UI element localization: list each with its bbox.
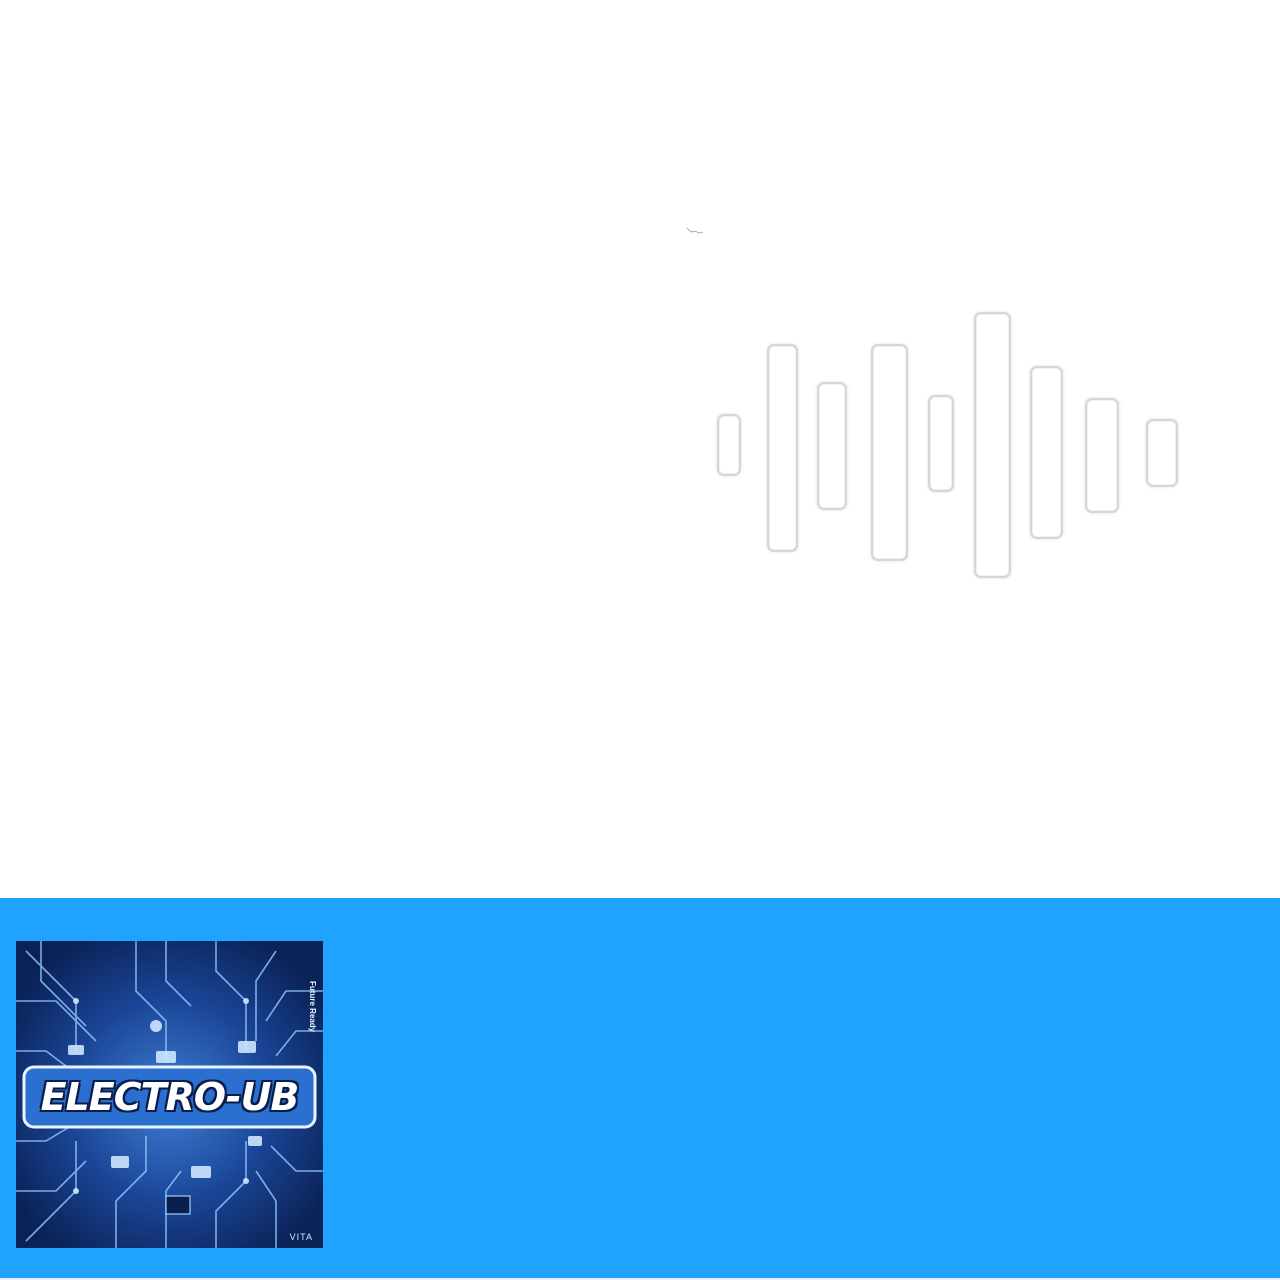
visualizer-bar [1030, 366, 1063, 539]
visualizer-bar [1085, 398, 1119, 513]
audio-visualizer [700, 300, 1200, 590]
visualizer-bar [767, 344, 798, 552]
player-stage [0, 0, 1280, 898]
album-cover[interactable]: ELECTRO-UB Future Ready VITA [16, 941, 323, 1248]
vita-badge: VITA [289, 1232, 313, 1242]
visualizer-bar [717, 414, 741, 476]
visualizer-bar [1146, 419, 1178, 487]
cover-title: ELECTRO-UB [40, 1075, 300, 1119]
visualizer-bar [928, 395, 954, 492]
watermark-mark [686, 227, 704, 234]
visualizer-bar [817, 382, 847, 510]
visualizer-bar [974, 312, 1011, 578]
cover-side-text: Future Ready [308, 981, 317, 1033]
visualizer-bar [871, 344, 908, 561]
